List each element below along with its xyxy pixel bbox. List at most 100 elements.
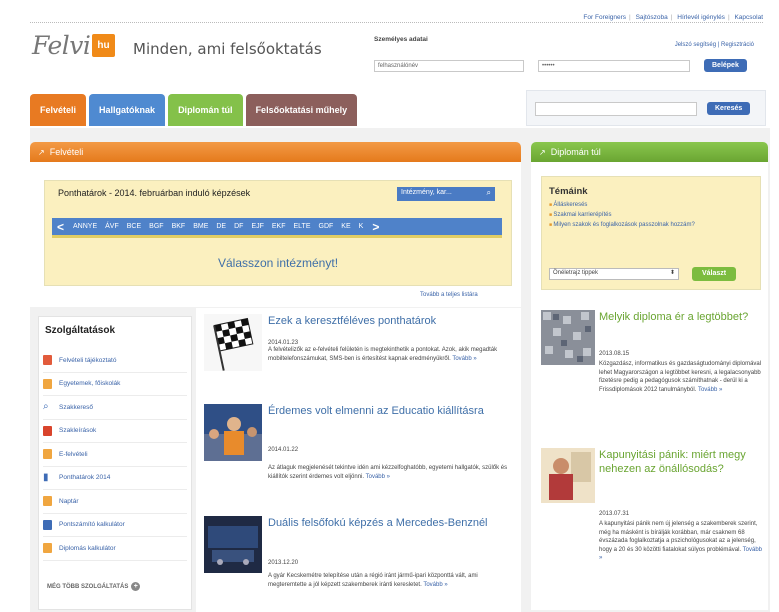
plus-icon: + [131, 582, 141, 591]
more-services-link[interactable]: MÉG TÖBB SZOLGÁLTATÁS + [47, 582, 141, 591]
news-item: Érdemes volt elmenni az Educatio kiállít… [204, 404, 514, 499]
news-date-wrap: 2014.01.22 [268, 447, 508, 453]
choose-button[interactable]: Választ [692, 267, 736, 281]
top-link[interactable]: Kapcsolat [734, 14, 763, 21]
chevron-left-icon[interactable]: < [52, 220, 69, 234]
institution-link[interactable]: EJF [247, 223, 267, 230]
institution-link[interactable]: KE [337, 223, 354, 230]
institution-link[interactable]: BGF [145, 223, 167, 230]
form-icon [43, 449, 52, 460]
news-body: 2014.01.23 A felvételizők az e-felvételi… [268, 340, 508, 364]
institution-link[interactable]: BKF [168, 223, 190, 230]
arrow-icon: ↗ [539, 147, 546, 157]
register-link[interactable]: Regisztráció [721, 42, 754, 48]
read-more-link[interactable]: Tovább » [698, 387, 722, 393]
read-more-link[interactable]: Tovább » [366, 474, 390, 480]
right-news-title[interactable]: Kapunyitási pánik: miért megy nehezen az… [599, 448, 759, 476]
institution-link[interactable]: K [355, 223, 368, 230]
institution-search-placeholder: Intézmény, kar... [401, 189, 452, 196]
mercedes-thumbnail[interactable] [204, 516, 262, 573]
main-nav: Felvételi Hallgatóknak Diplomán túl Fels… [30, 94, 360, 126]
more-services-label: MÉG TÖBB SZOLGÁLTATÁS [47, 583, 129, 590]
service-item[interactable]: Felvételi tájékoztató [43, 349, 187, 373]
exhibition-thumbnail[interactable] [204, 404, 262, 461]
news-title[interactable]: Ezek a keresztféléves ponthatárok [268, 314, 508, 328]
institution-link[interactable]: DE [212, 223, 230, 230]
search-button[interactable]: Keresés [707, 102, 751, 115]
password-help-link[interactable]: Jelszó segítség [675, 42, 716, 48]
institution-link[interactable]: EKF [268, 223, 290, 230]
institution-link[interactable]: BME [189, 223, 212, 230]
tab-felveteli[interactable]: Felvételi [30, 94, 87, 126]
topic-link[interactable]: Álláskeresés [549, 200, 755, 210]
institution-carousel: < ANNYE ÁVF BCE BGF BKF BME DE DF EJF EK… [52, 218, 502, 235]
institution-link[interactable]: GDF [315, 223, 338, 230]
service-item[interactable]: Pontszámító kalkulátor [43, 514, 187, 537]
top-link[interactable]: For Foreigners [583, 14, 626, 21]
right-news-item: Kapunyitási pánik: miért megy nehezen az… [541, 448, 763, 608]
password-field[interactable]: •••••• [538, 59, 690, 72]
institution-link[interactable]: BCE [123, 223, 145, 230]
arrow-icon: ↗ [38, 147, 45, 157]
news-item: Ezek a keresztféléves ponthatárok 2014.0… [204, 314, 514, 394]
service-label: Pontszámító kalkulátor [59, 521, 125, 529]
topic-link[interactable]: Szakmai karrierépítés [549, 210, 755, 220]
top-link[interactable]: Hírlevél igénylés [677, 14, 725, 21]
service-item[interactable]: ▮ Ponthatárok 2014 [43, 467, 187, 490]
carousel-indicator [52, 235, 502, 238]
service-label: Diplomás kalkulátor [59, 544, 116, 552]
login-links: Jelszó segítség | Regisztráció [674, 42, 754, 48]
news-lead: A gyár Kecskemétre telepítése után a rég… [268, 573, 478, 588]
tab-diploman-tul[interactable]: Diplomán túl [168, 94, 243, 126]
full-list-link[interactable]: Tovább a teljes listára [420, 292, 478, 298]
news-title[interactable]: Duális felsőfokú képzés a Mercedes-Benzn… [268, 516, 508, 530]
magnifier-icon: ⌕ [43, 402, 52, 413]
topics-title: Témáink [549, 186, 588, 197]
service-item[interactable]: E-felvételi [43, 443, 187, 467]
institution-link[interactable]: ELTE [290, 223, 315, 230]
institution-link[interactable]: DF [230, 223, 247, 230]
service-item[interactable]: ⌕ Szakkereső [43, 396, 187, 420]
top-links: For Foreigners | Sajtószoba | Hírlevél igé… [583, 14, 763, 21]
institution-link[interactable]: ÁVF [101, 223, 123, 230]
service-item[interactable]: Naptár [43, 490, 187, 514]
tab-hallgatoknak[interactable]: Hallgatóknak [89, 94, 166, 126]
service-label: Naptár [59, 497, 79, 505]
login-button[interactable]: Belépek [704, 59, 747, 72]
right-news-title[interactable]: Melyik diploma ér a legtöbbet? [599, 310, 759, 324]
service-item[interactable]: Szakleírások [43, 420, 187, 443]
topics-list: Álláskeresés Szakmai karrierépítés Milye… [549, 200, 755, 230]
topic-link[interactable]: Milyen szakok és foglalkozások passzolna… [549, 220, 755, 230]
username-field[interactable]: felhasználónév [374, 59, 524, 72]
tab-felsooktatasi-muhely[interactable]: Felsőoktatási műhely [245, 94, 358, 126]
news-date: 2014.01.22 [268, 447, 299, 453]
top-link[interactable]: Sajtószoba [636, 14, 668, 21]
read-more-link[interactable]: Tovább » [423, 582, 447, 588]
search-input[interactable] [535, 102, 697, 116]
diploman-header[interactable]: ↗ Diplomán túl [531, 142, 768, 162]
logo[interactable]: Felvi hu [32, 28, 115, 62]
service-label: Egyetemek, főiskolák [59, 380, 121, 388]
site-search: Keresés [526, 90, 766, 126]
service-label: E-felvételi [59, 450, 88, 458]
topic-select[interactable]: Önéletrajz tippek ⬍ [549, 268, 679, 280]
section-title: Felvételi [49, 147, 84, 157]
right-news-date: 2013.07.31 [599, 511, 630, 517]
chevron-down-icon: ⬍ [669, 270, 675, 276]
right-news-item: Melyik diploma ér a legtöbbet? 2013.08.1… [541, 310, 763, 435]
institution-title: Ponthatárok - 2014. februárban induló ké… [58, 188, 251, 198]
service-item[interactable]: Diplomás kalkulátor [43, 537, 187, 561]
service-label: Szakkereső [59, 403, 93, 411]
felveteli-header[interactable]: ↗ Felvételi [30, 142, 521, 162]
institution-link[interactable]: ANNYE [69, 223, 101, 230]
diploma-mosaic-thumbnail[interactable] [541, 310, 595, 365]
login-box: Személyes adatai Jelszó segítség | Regis… [374, 36, 764, 84]
news-title[interactable]: Érdemes volt elmenni az Educatio kiállít… [268, 404, 508, 418]
checkered-flag-thumbnail[interactable] [204, 314, 262, 371]
young-adult-thumbnail[interactable] [541, 448, 595, 503]
service-item[interactable]: Egyetemek, főiskolák [43, 373, 187, 396]
institution-search[interactable]: Intézmény, kar... ⌕ [397, 187, 495, 201]
read-more-link[interactable]: Tovább » [452, 356, 476, 362]
news-lead: A felvételizők az e-felvételi felületén … [268, 347, 498, 362]
chevron-right-icon[interactable]: > [367, 220, 384, 234]
